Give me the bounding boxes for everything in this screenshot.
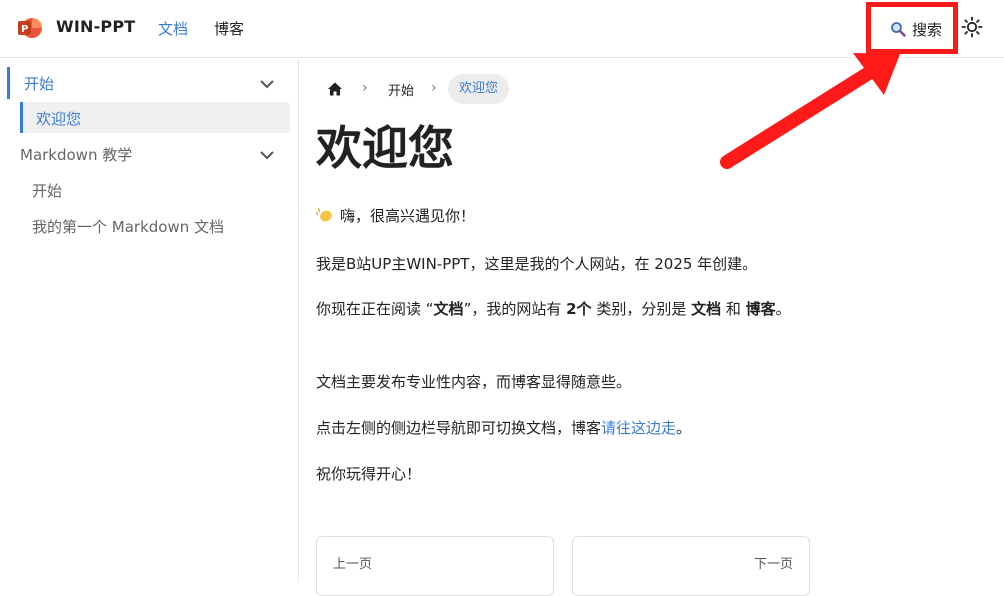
reading-text: 你现在正在阅读 “ <box>316 300 434 318</box>
page-title: 欢迎您 <box>316 121 454 175</box>
prev-page-button[interactable]: 上一页 <box>316 536 554 596</box>
home-icon[interactable] <box>327 81 343 97</box>
svg-text:P: P <box>21 24 28 35</box>
search-button[interactable]: 搜索 <box>880 13 952 45</box>
active-indicator <box>20 102 23 133</box>
next-page-button[interactable]: 下一页 <box>572 536 810 596</box>
breadcrumb-item-start[interactable]: 开始 <box>388 80 414 99</box>
active-indicator <box>7 67 10 99</box>
breadcrumb-separator: › <box>431 80 437 96</box>
next-page-label: 下一页 <box>753 557 793 572</box>
reading-docs-strong: 文档 <box>433 300 464 318</box>
breadcrumb-current: 欢迎您 <box>448 74 510 104</box>
category-blog-strong: 博客 <box>745 300 776 318</box>
closing-paragraph: 祝你玩得开心！ <box>316 465 422 483</box>
reading-text: ”，我的网站有 <box>463 300 567 318</box>
sidebar-item-start[interactable]: 开始 <box>0 67 299 99</box>
sidebar-item-label: 开始 <box>24 75 55 93</box>
chevron-down-icon[interactable] <box>258 146 276 164</box>
nav-hint-text: 。 <box>676 419 692 437</box>
intro-paragraph: 我是B站UP主WIN-PPT，这里是我的个人网站，在 2025 年创建。 <box>316 255 758 273</box>
blog-link[interactable]: 请往这边走 <box>601 419 676 437</box>
category-docs-strong: 文档 <box>691 300 722 318</box>
greeting-text: 嗨，很高兴遇见你！ <box>340 207 476 225</box>
sidebar-item-label: 开始 <box>32 182 63 200</box>
nav-link-blog[interactable]: 博客 <box>214 18 244 39</box>
category-count-strong: 2个 <box>566 300 592 318</box>
sidebar-item-label: 我的第一个 Markdown 文档 <box>32 218 224 236</box>
reading-paragraph: 你现在正在阅读 “文档”，我的网站有 2个 类别，分别是 文档 和 博客。 <box>316 296 796 323</box>
powerpoint-logo-icon[interactable]: P <box>17 16 43 40</box>
reading-text: 和 <box>721 300 746 318</box>
search-label: 搜索 <box>911 20 942 39</box>
sidebar-item-markdown-start[interactable]: 开始 <box>0 174 299 206</box>
sun-icon[interactable] <box>961 16 983 38</box>
breadcrumb-separator: › <box>362 80 368 96</box>
nav-hint-paragraph: 点击左侧的侧边栏导航即可切换文档，博客请往这边走。 <box>316 415 796 442</box>
site-brand[interactable]: WIN-PPT <box>56 17 135 36</box>
sidebar-item-markdown-tutorial[interactable]: Markdown 教学 <box>0 138 299 170</box>
sidebar-item-first-markdown-doc[interactable]: 我的第一个 Markdown 文档 <box>0 210 299 242</box>
waving-hand-icon <box>316 207 332 222</box>
greeting-paragraph: 嗨，很高兴遇见你！ <box>316 203 796 230</box>
reading-text: 。 <box>775 300 791 318</box>
nav-hint-text: 点击左侧的侧边栏导航即可切换文档，博客 <box>316 419 602 437</box>
prev-page-label: 上一页 <box>333 557 373 572</box>
sidebar-item-label: 欢迎您 <box>36 110 82 128</box>
reading-text: 类别，分别是 <box>591 300 692 318</box>
top-navbar: P WIN-PPT 文档 博客 搜索 <box>0 0 1004 58</box>
nav-link-docs[interactable]: 文档 <box>158 18 188 39</box>
publish-paragraph: 文档主要发布专业性内容，而博客显得随意些。 <box>316 373 632 391</box>
sidebar-item-welcome[interactable]: 欢迎您 <box>0 102 299 134</box>
search-icon <box>891 22 906 37</box>
chevron-down-icon[interactable] <box>258 75 276 93</box>
sidebar: 开始 欢迎您 Markdown 教学 开始 我的第一个 Markdown 文档 <box>0 59 299 582</box>
sidebar-item-label: Markdown 教学 <box>20 146 133 164</box>
